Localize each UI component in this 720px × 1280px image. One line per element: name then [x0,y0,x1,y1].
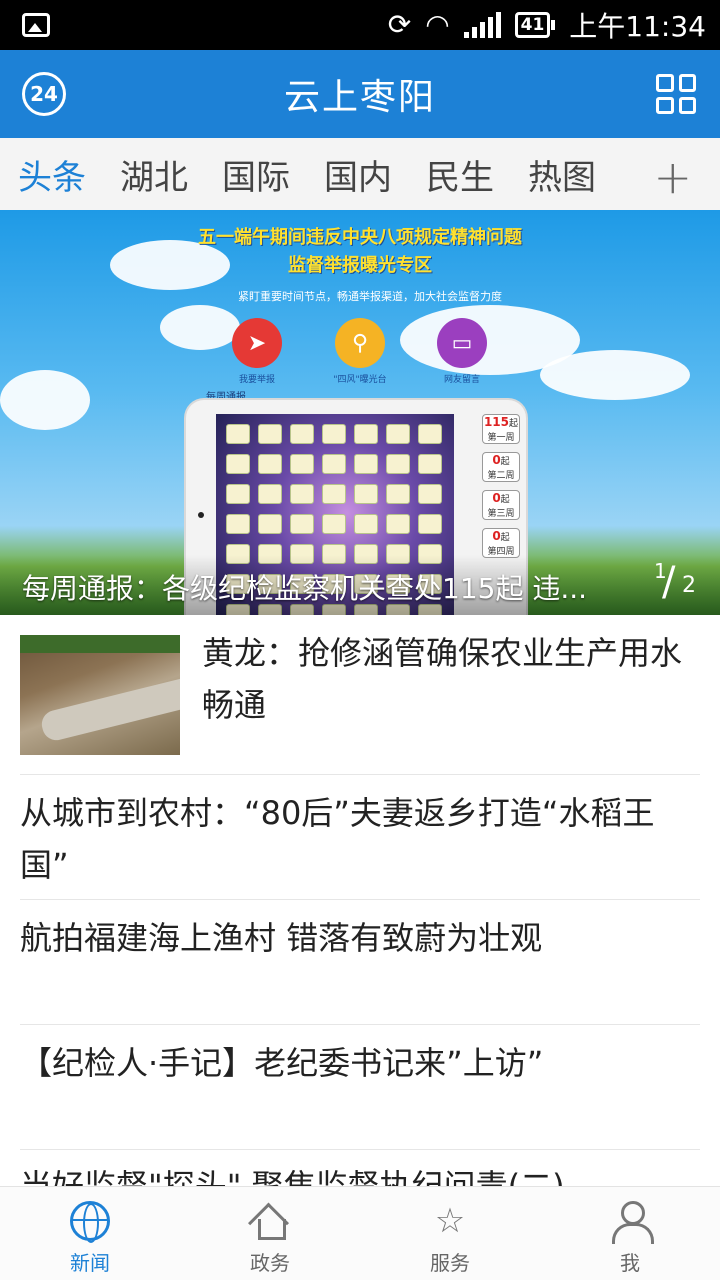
nav-services-label: 服务 [430,1251,470,1275]
wifi-icon: ◠ [425,8,450,41]
week-card: 0起 第四周 [482,528,520,558]
province-cell [386,514,410,534]
nav-government-label: 政务 [250,1251,290,1275]
nav-me[interactable]: 我 [540,1187,720,1280]
province-cell [354,424,378,444]
paper-plane-icon: ➤ [232,318,282,368]
status-time: 上午11:34 [569,10,706,43]
banner-caption-bar: 每周通报：各级纪检监察机关查处115起 违... 1 / 2 [0,555,720,615]
exposure-label: "四风"曝光台 [333,375,387,385]
globe-icon [70,1201,110,1243]
news-title: 黄龙：抢修涵管确保农业生产用水畅通 [202,634,683,724]
province-cell [386,484,410,504]
battery-level: 41 [514,12,551,38]
gallery-icon [22,13,50,37]
banner-carousel[interactable]: 五一端午期间违反中央八项规定精神问题 监督举报曝光专区 紧盯重要时间节点，畅通举… [0,210,720,615]
banner-caption[interactable]: 每周通报：各级纪检监察机关查处115起 违... [22,567,622,607]
province-cell [322,484,346,504]
nav-news-label: 新闻 [70,1251,110,1275]
nav-me-label: 我 [620,1251,640,1275]
sync-icon: ⟳ [387,8,412,41]
badge-number: 24 [30,82,58,106]
news-title: 航拍福建海上渔村 错落有致蔚为壮观 [20,919,543,957]
status-bar: ⟳ ◠ 41 上午11:34 [0,0,720,50]
province-cell [322,514,346,534]
tab-hot-pictures[interactable]: 热图 [528,150,596,199]
signal-icon [463,12,501,38]
province-cell [290,514,314,534]
app-title: 云上枣阳 [283,77,436,118]
province-cell [258,514,282,534]
province-cell [290,454,314,474]
province-cell [386,424,410,444]
news-title: 【纪检人·手记】老纪委书记来”上访” [20,1044,544,1082]
province-cell [322,454,346,474]
banner-pager: 1 / 2 [654,559,696,605]
week-card: 115起 第一周 [482,414,520,444]
province-cell [258,484,282,504]
province-cell [226,514,250,534]
province-cell [418,424,442,444]
house-icon [250,1201,290,1241]
24h-badge-icon[interactable]: 24 [22,72,66,116]
nav-services[interactable]: ☆ 服务 [360,1187,540,1280]
banner-headline-line2: 监督举报曝光专区 [288,255,432,276]
province-cell [226,484,250,504]
star-service-icon: ☆ [434,1201,466,1241]
battery-icon: 41 [514,12,556,38]
province-cell [290,424,314,444]
week-card: 0起 第三周 [482,490,520,520]
pager-total: 2 [682,573,696,598]
province-cell [290,484,314,504]
news-list: 黄龙：抢修涵管确保农业生产用水畅通 从城市到农村：“80后”夫妻返乡打造“水稻王… [0,615,720,1210]
province-cell [258,454,282,474]
province-cell [322,424,346,444]
tab-hubei[interactable]: 湖北 [120,150,188,199]
week-card: 0起 第二周 [482,452,520,482]
province-cell [354,484,378,504]
tab-domestic[interactable]: 国内 [324,150,392,199]
province-cell [226,454,250,474]
province-cell [386,454,410,474]
add-channel-button[interactable]: + [653,150,692,204]
province-cell [354,514,378,534]
app-header: 24 云上枣阳 [0,50,720,138]
banner-headline: 五一端午期间违反中央八项规定精神问题 监督举报曝光专区 [190,224,530,280]
tab-livelihood[interactable]: 民生 [426,150,494,199]
message-icon: ▭ [437,318,487,368]
message-label: 网友留言 [443,375,480,385]
bottom-navigation: 新闻 政务 ☆ 服务 我 [0,1186,720,1280]
news-thumbnail [20,635,180,755]
tab-international[interactable]: 国际 [222,150,290,199]
list-item[interactable]: 航拍福建海上渔村 错落有致蔚为壮观 [20,900,700,1025]
grid-menu-icon[interactable] [656,74,696,114]
province-cell [418,484,442,504]
province-cell [226,424,250,444]
app-root: ⟳ ◠ 41 上午11:34 24 云上枣阳 头条 湖北 国际 国内 民生 热图… [0,0,720,1280]
tab-headlines[interactable]: 头条 [18,150,86,199]
province-cell [418,514,442,534]
list-item[interactable]: 黄龙：抢修涵管确保农业生产用水畅通 [20,615,700,775]
banner-subline: 紧盯重要时间节点，畅通举报渠道，加大社会监督力度 [238,290,502,303]
province-cell [354,454,378,474]
nav-news[interactable]: 新闻 [0,1187,180,1280]
province-cell [258,424,282,444]
news-title: 从城市到农村：“80后”夫妻返乡打造“水稻王国” [20,794,655,884]
nav-government[interactable]: 政务 [180,1187,360,1280]
province-cell [418,454,442,474]
magnifier-icon: ⚲ [335,318,385,368]
report-label: 我要举报 [238,375,275,385]
list-item[interactable]: 从城市到农村：“80后”夫妻返乡打造“水稻王国” [20,775,700,900]
user-icon [610,1201,654,1244]
list-item[interactable]: 【纪检人·手记】老纪委书记来”上访” [20,1025,700,1150]
banner-headline-line1: 五一端午期间违反中央八项规定精神问题 [198,227,522,248]
channel-tabs: 头条 湖北 国际 国内 民生 热图 + [0,138,720,210]
